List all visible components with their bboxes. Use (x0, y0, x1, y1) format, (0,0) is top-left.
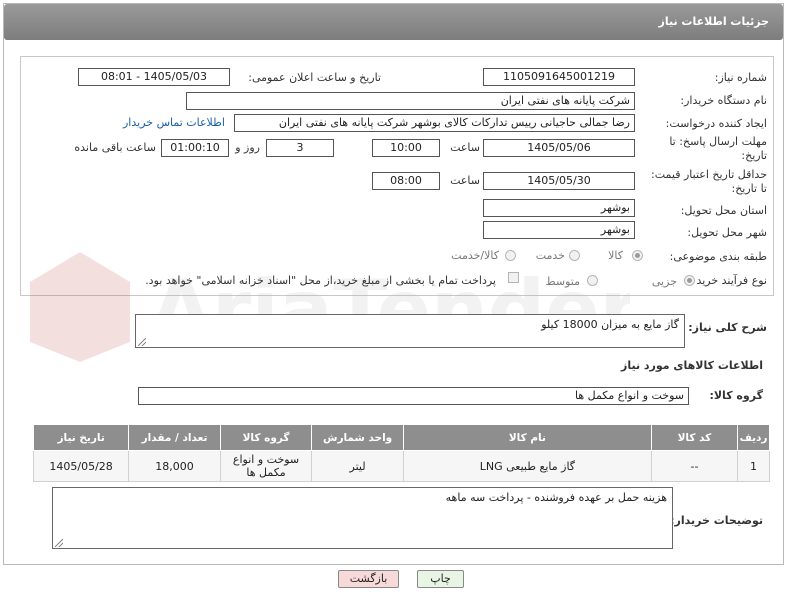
cell-item-name: گاز مایع طبیعی LNG (402, 450, 652, 482)
purchase-radio-medium[interactable] (587, 275, 598, 286)
col-header-row-number: ردیف (737, 424, 770, 451)
deadline-time-label: ساعت (450, 141, 480, 154)
price-time-field: 08:00 (372, 172, 440, 190)
days-field: 3 (266, 139, 334, 157)
buyer-org-field: شرکت پایانه های نفتی ایران (186, 92, 635, 110)
col-header-item-name: نام کالا (402, 424, 652, 451)
cell-goods-group: سوخت و انواع مکمل ها (219, 450, 313, 482)
deadline-date-field: 1405/05/06 (483, 139, 635, 157)
buyer-notes-text: هزینه حمل بر عهده فروشنده - پرداخت سه ما… (445, 491, 667, 504)
remaining-time-field: 01:00:10 (161, 139, 229, 157)
description-text: گاز مایع به میزان 18000 کیلو (541, 318, 679, 331)
goods-info-title: اطلاعات کالاهای مورد نیاز (621, 359, 763, 372)
page-header: جزئیات اطلاعات نیاز (4, 4, 783, 40)
city-label: شهر محل تحویل: (687, 226, 767, 239)
description-label: شرح کلی نیاز: (688, 321, 767, 334)
creator-label: ایجاد کننده درخواست: (665, 117, 767, 130)
treasury-checkbox[interactable] (508, 272, 519, 283)
category-radio-service[interactable] (569, 250, 580, 261)
need-number-field: 1105091645001219 (483, 68, 635, 86)
items-table: ردیف کد کالا نام کالا واحد شمارش گروه کا… (32, 424, 770, 482)
price-validity-label-1: حداقل تاریخ اعتبار قیمت: (651, 168, 767, 181)
goods-group-label: گروه کالا: (709, 389, 763, 402)
days-label: روز و (235, 141, 260, 154)
col-header-quantity: تعداد / مقدار (128, 424, 221, 451)
price-validity-label-2: تا تاریخ: (731, 182, 767, 195)
buyer-notes-textarea[interactable]: هزینه حمل بر عهده فروشنده - پرداخت سه ما… (52, 487, 673, 549)
deadline-label-2: تاریخ: (741, 149, 767, 162)
category-label: طبقه بندی موضوعی: (669, 250, 767, 263)
category-radio-goods-service[interactable] (505, 250, 516, 261)
cell-quantity: 18,000 (128, 450, 221, 482)
purchase-option-minor: جزیی (651, 275, 677, 288)
announce-field: 1405/05/03 - 08:01 (78, 68, 230, 86)
cell-row-number: 1 (737, 450, 770, 482)
announce-label: تاریخ و ساعت اعلان عمومی: (248, 71, 381, 84)
contact-buyer-link[interactable]: اطلاعات تماس خریدار (123, 116, 225, 129)
back-button[interactable]: بازگشت (338, 570, 399, 588)
price-date-field: 1405/05/30 (483, 172, 635, 190)
col-header-goods-group: گروه کالا (219, 424, 313, 451)
remaining-label: ساعت باقی مانده (74, 141, 156, 154)
deadline-time-field: 10:00 (372, 139, 440, 157)
page-title: جزئیات اطلاعات نیاز (658, 15, 770, 28)
treasury-text: پرداخت تمام یا بخشی از مبلغ خرید،از محل … (145, 274, 496, 287)
cell-unit: لیتر (311, 450, 404, 482)
table-row: 1 -- گاز مایع طبیعی LNG لیتر سوخت و انوا… (32, 450, 770, 482)
col-header-need-date: تاریخ نیاز (32, 424, 130, 451)
category-radio-goods[interactable] (632, 250, 643, 261)
category-option-goods-service: کالا/خدمت (451, 249, 499, 262)
purchase-type-label: نوع فرآیند خرید : (689, 274, 767, 287)
price-time-label: ساعت (450, 174, 480, 187)
buyer-notes-label: توضیحات خریدار: (670, 514, 763, 527)
resize-grip-icon[interactable] (138, 338, 146, 346)
purchase-radio-minor[interactable] (684, 275, 695, 286)
purchase-option-medium: متوسط (545, 275, 580, 288)
category-option-service: خدمت (535, 249, 565, 262)
description-textarea[interactable]: گاز مایع به میزان 18000 کیلو (135, 314, 685, 348)
creator-field: رضا جمالی حاجیانی رییس تدارکات کالای بوش… (234, 114, 635, 132)
goods-group-field: سوخت و انواع مکمل ها (138, 387, 689, 405)
print-button[interactable]: چاپ (417, 570, 464, 588)
category-option-goods: کالا (608, 249, 623, 262)
col-header-unit: واحد شمارش (311, 424, 404, 451)
buyer-org-label: نام دستگاه خریدار: (680, 94, 767, 107)
col-header-item-code: کد کالا (650, 424, 739, 451)
table-header-row: ردیف کد کالا نام کالا واحد شمارش گروه کا… (32, 424, 770, 451)
city-field: بوشهر (483, 221, 635, 239)
cell-item-code: -- (650, 450, 739, 482)
deadline-label-1: مهلت ارسال پاسخ: تا (669, 135, 767, 148)
province-field: بوشهر (483, 199, 635, 217)
need-number-label: شماره نیاز: (714, 71, 767, 84)
cell-need-date: 1405/05/28 (32, 450, 130, 482)
province-label: استان محل تحویل: (680, 204, 767, 217)
resize-grip-icon[interactable] (55, 539, 63, 547)
